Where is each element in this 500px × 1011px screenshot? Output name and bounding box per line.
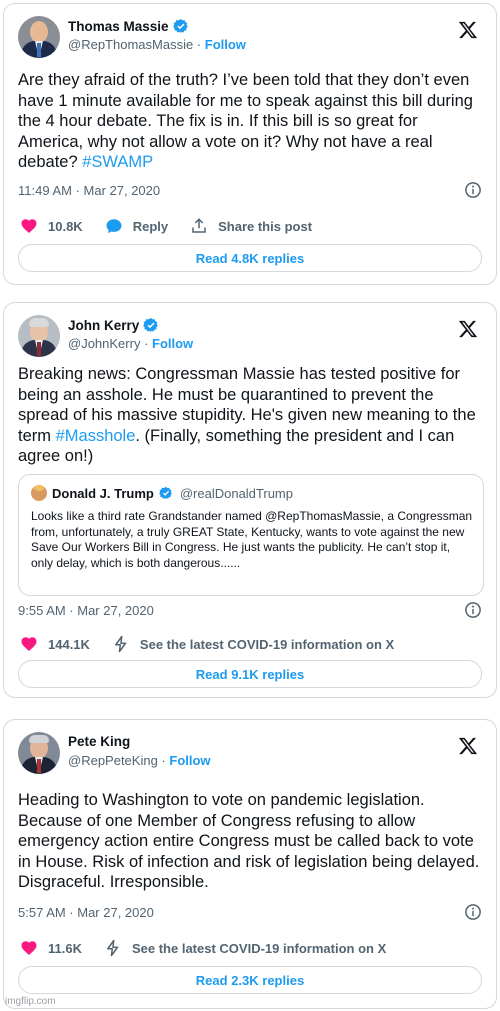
share-button[interactable]: Share this post [190, 217, 312, 235]
timestamp[interactable]: 11:49 AM · Mar 27, 2020 [18, 183, 160, 198]
tweet-card[interactable]: Thomas Massie @RepThomasMassie · Follow … [3, 3, 497, 285]
covid-info-label: See the latest COVID-19 information on X [139, 636, 395, 652]
author-handle[interactable]: @JohnKerry [68, 336, 140, 351]
like-count: 11.6K [48, 940, 82, 956]
action-bar: 10.8K Reply Share this post [20, 216, 482, 236]
tweet-card[interactable]: John Kerry @JohnKerry · Follow Breaking … [3, 302, 497, 698]
tweet-text: Heading to Washington to vote on pandemi… [18, 791, 480, 891]
verified-badge-icon [172, 19, 188, 33]
tweet-header: John Kerry @JohnKerry · Follow [18, 315, 482, 363]
read-replies-button[interactable]: Read 4.8K replies [18, 244, 482, 272]
watermark: imgflip.com [5, 996, 56, 1007]
read-replies-button[interactable]: Read 9.1K replies [18, 660, 482, 688]
like-button[interactable]: 11.6K [20, 939, 82, 957]
covid-info-label: See the latest COVID-19 information on X [131, 940, 387, 956]
quoted-avatar [31, 485, 47, 501]
tweet-text: Breaking news: Congressman Massie has te… [18, 364, 484, 467]
tweet-text: Are they afraid of the truth? I’ve been … [18, 70, 484, 173]
hashtag-link[interactable]: #Masshole [56, 427, 136, 445]
info-icon[interactable] [464, 181, 482, 199]
info-icon[interactable] [464, 903, 482, 921]
reply-button[interactable]: Reply [105, 217, 168, 235]
author-handle[interactable]: @RepThomasMassie [68, 37, 193, 52]
avatar[interactable] [18, 315, 60, 357]
read-replies-button[interactable]: Read 2.3K replies [18, 966, 482, 994]
quoted-text: Looks like a third rate Grandstander nam… [31, 509, 473, 570]
author-handle[interactable]: @RepPeteKing [68, 753, 158, 768]
lightning-icon [114, 635, 127, 653]
x-logo-icon[interactable] [458, 20, 478, 40]
quoted-author-name: Donald J. Trump [52, 485, 154, 501]
verified-badge-icon [158, 486, 172, 500]
reply-icon [106, 219, 122, 234]
tweet-card[interactable]: Pete King @RepPeteKing · Follow Heading … [3, 719, 497, 1009]
covid-info-link[interactable]: See the latest COVID-19 information on X [104, 939, 386, 957]
action-bar: 144.1K See the latest COVID-19 informati… [20, 634, 482, 654]
author-name[interactable]: Pete King [68, 734, 130, 749]
reply-label: Reply [132, 218, 169, 234]
heart-icon [21, 637, 37, 651]
timestamp[interactable]: 5:57 AM · Mar 27, 2020 [18, 905, 154, 920]
timestamp[interactable]: 9:55 AM · Mar 27, 2020 [18, 603, 154, 618]
author-name[interactable]: John Kerry [68, 318, 139, 333]
quoted-author-handle: @realDonaldTrump [179, 485, 293, 501]
follow-button[interactable]: Follow [169, 753, 210, 768]
info-icon[interactable] [464, 601, 482, 619]
like-button[interactable]: 144.1K [20, 635, 90, 653]
follow-button[interactable]: Follow [205, 37, 246, 52]
x-logo-icon[interactable] [458, 319, 478, 339]
like-count: 144.1K [48, 636, 90, 652]
lightning-icon [106, 939, 119, 957]
share-label: Share this post [218, 218, 313, 234]
like-count: 10.8K [48, 218, 83, 234]
share-icon [192, 218, 206, 233]
action-bar: 11.6K See the latest COVID-19 informatio… [20, 938, 482, 958]
quoted-tweet[interactable]: Donald J. Trump @realDonaldTrump Looks l… [18, 474, 484, 596]
heart-icon [21, 219, 37, 233]
follow-button[interactable]: Follow [152, 336, 193, 351]
covid-info-link[interactable]: See the latest COVID-19 information on X [112, 635, 394, 653]
x-logo-icon[interactable] [458, 736, 478, 756]
author-name[interactable]: Thomas Massie [68, 19, 169, 34]
avatar[interactable] [18, 732, 60, 774]
tweet-header: Thomas Massie @RepThomasMassie · Follow [18, 16, 482, 64]
avatar[interactable] [18, 16, 60, 58]
like-button[interactable]: 10.8K [20, 217, 83, 235]
verified-badge-icon [143, 318, 159, 332]
hashtag-link[interactable]: #SWAMP [82, 153, 153, 171]
tweet-header: Pete King @RepPeteKing · Follow [18, 732, 482, 780]
heart-icon [21, 941, 37, 955]
